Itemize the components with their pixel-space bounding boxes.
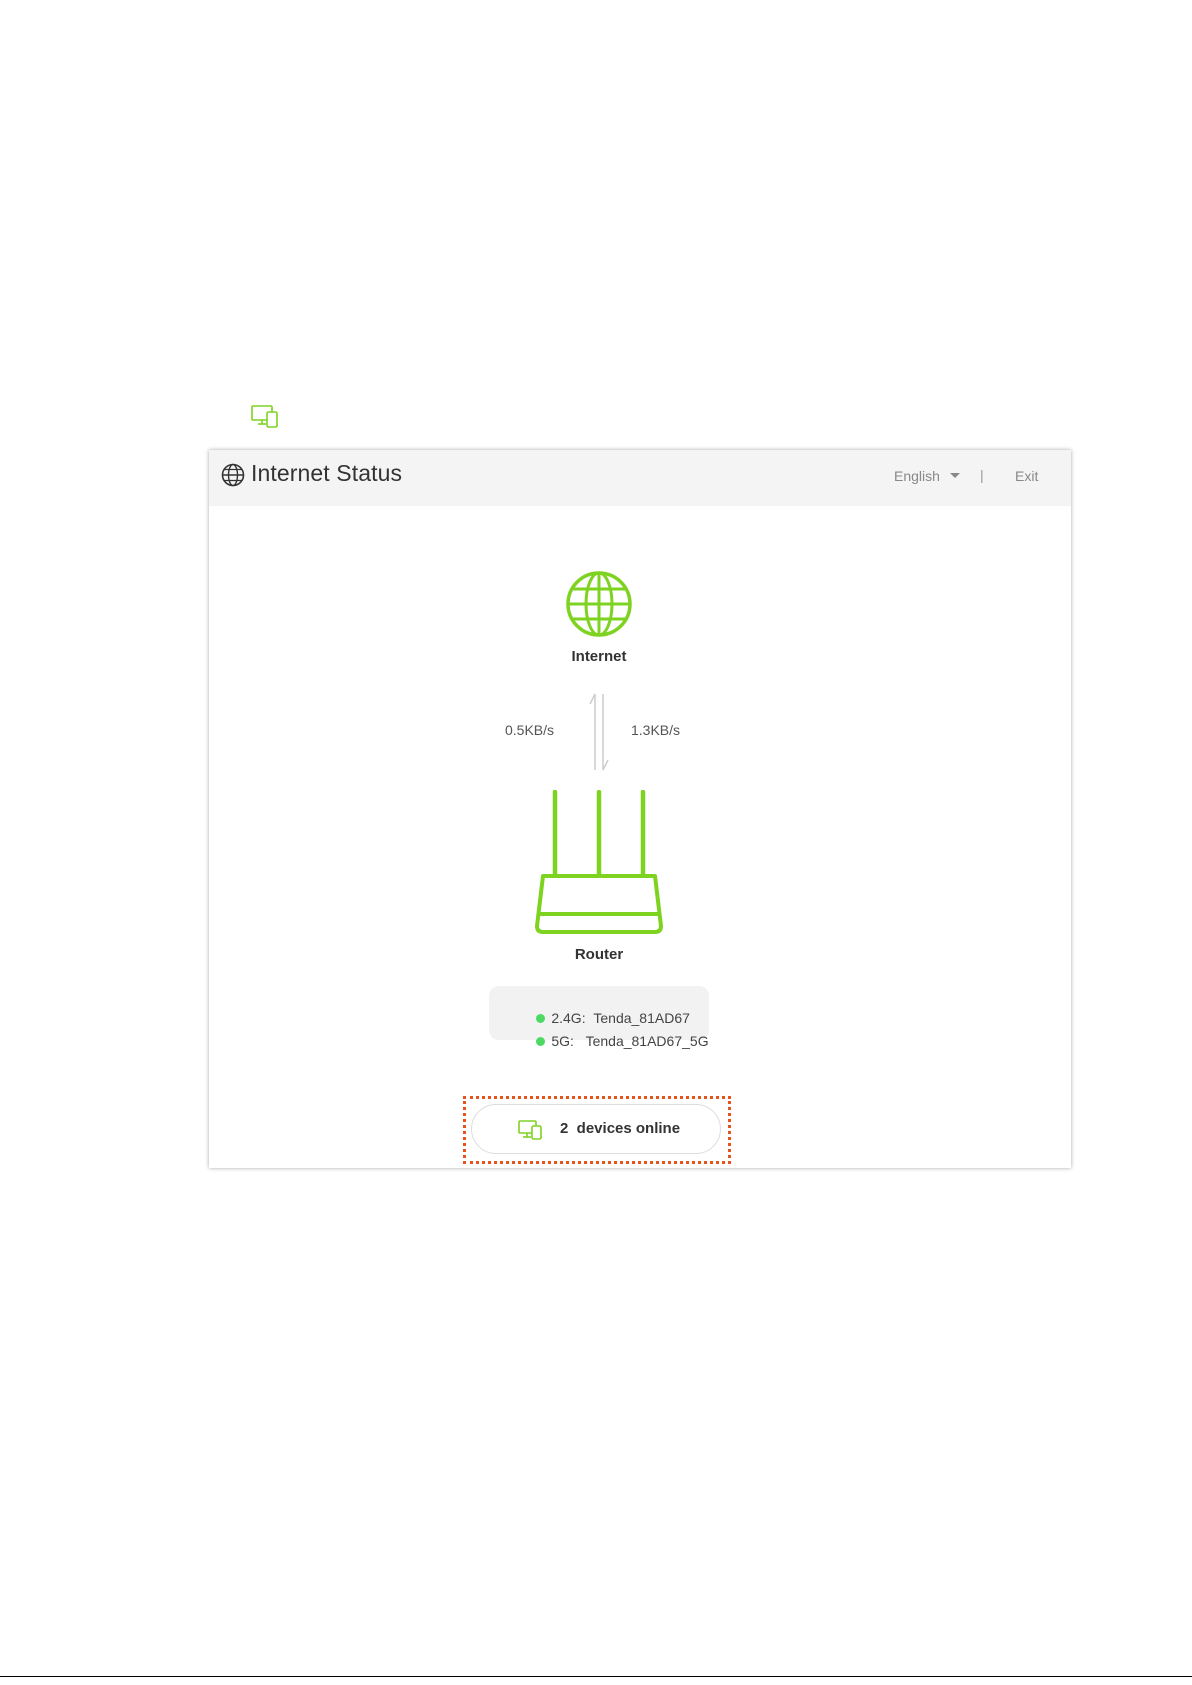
status-dot-icon [536, 1036, 546, 1046]
language-select[interactable]: English [894, 468, 960, 484]
exit-link[interactable]: Exit [1015, 468, 1038, 484]
devices-icon [251, 404, 281, 430]
wifi-info-box: 2.4G: Tenda_81AD67 5G: Tenda_81AD67_5G [489, 986, 709, 1049]
header-separator: | [980, 467, 984, 483]
wifi-ssid: Tenda_81AD67_5G [585, 1033, 709, 1049]
page-title: Internet Status [251, 460, 403, 486]
devices-online-label: 2 devices online [560, 1120, 681, 1137]
router-label: Router [574, 946, 624, 963]
transfer-arrows-icon [587, 690, 611, 774]
footer-rule [0, 1676, 1192, 1677]
router-icon [529, 789, 669, 938]
download-rate: 1.3KB/s [631, 722, 681, 738]
upload-rate: 0.5KB/s [505, 722, 555, 738]
wifi-band: 5G: [551, 1033, 574, 1049]
language-label: English [894, 468, 940, 484]
internet-globe-icon [565, 570, 633, 638]
internet-status-window: Internet Status English | Exit Internet … [209, 450, 1071, 1168]
globe-icon [221, 463, 245, 487]
chevron-down-icon [949, 472, 960, 478]
header-bar: Internet Status English | Exit [209, 450, 1071, 506]
wifi-5g-row: 5G: Tenda_81AD67_5G [513, 1017, 709, 1065]
devices-online-button[interactable]: 2 devices online [471, 1104, 721, 1154]
devices-icon [518, 1119, 544, 1141]
internet-label: Internet [571, 648, 627, 665]
